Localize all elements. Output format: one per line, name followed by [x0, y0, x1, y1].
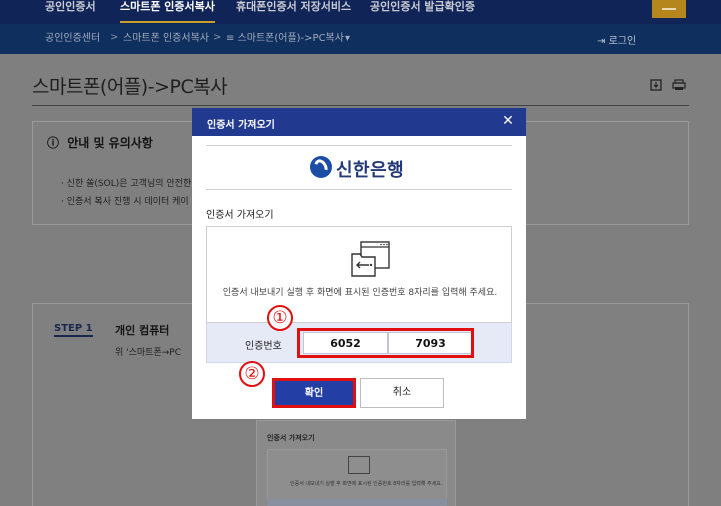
- menu-icon[interactable]: [652, 0, 686, 18]
- thumbnail-title: 인증서 가져오기: [267, 434, 315, 442]
- guide-thumbnail: 인증서 가져오기 인증서 내보내기 실행 후 화면에 표시된 인증번호 8자리를…: [256, 420, 456, 506]
- step-label: STEP 1: [54, 323, 93, 337]
- breadcrumb-item[interactable]: 스마트폰 인증서복사: [123, 33, 209, 45]
- login-icon: ⇥: [597, 36, 606, 47]
- page-icons: [650, 77, 686, 91]
- dialog-header: 인증서 가져오기 ✕: [192, 108, 526, 136]
- chevron-down-icon[interactable]: ▾: [345, 33, 350, 45]
- info-icon: ⓘ: [47, 136, 60, 150]
- thumbnail-panel: 인증서 내보내기 실행 후 화면에 표시된 인증번호 8자리를 입력해 주세요.: [267, 449, 447, 506]
- highlight-box: [297, 328, 474, 358]
- step-marker-2: ②: [239, 361, 265, 387]
- import-panel: 인증서 내보내기 실행 후 화면에 표시된 인증번호 8자리를 입력해 주세요.: [206, 226, 512, 323]
- breadcrumb-separator: >: [110, 32, 119, 43]
- import-icon: [348, 456, 370, 474]
- close-icon[interactable]: ✕: [501, 114, 515, 128]
- login-link[interactable]: ⇥ 로그인: [597, 32, 636, 47]
- bank-banner: 신한은행: [206, 145, 512, 190]
- confirm-button[interactable]: 확인: [272, 378, 356, 408]
- step-title: 개인 컴퓨터: [115, 324, 170, 337]
- page-title: 스마트폰(어플)->PC복사: [32, 76, 228, 98]
- bank-name: 신한은행: [336, 160, 405, 181]
- tab-certificate[interactable]: 공인인증서: [45, 0, 96, 14]
- login-label: 로그인: [608, 36, 637, 47]
- breadcrumb-current[interactable]: ≡ 스마트폰(어플)->PC복사: [226, 33, 344, 45]
- top-nav: 공인인증서 스마트폰 인증서복사 휴대폰인증서 저장서비스 공인인증서 발급확인…: [0, 0, 721, 24]
- step-desc: 위 '스마트폰→PC: [115, 348, 181, 358]
- breadcrumb: 공인인증센터 > 스마트폰 인증서복사 > ≡ 스마트폰(어플)->PC복사 ▾…: [0, 24, 721, 54]
- breadcrumb-item[interactable]: 공인인증센터: [45, 33, 100, 45]
- cert-number-label: 인증번호: [245, 341, 282, 352]
- notice-line: · 인증서 복사 진행 시 데이터 케이: [61, 197, 189, 207]
- download-icon[interactable]: [650, 78, 662, 91]
- certificate-import-icon: [351, 241, 390, 277]
- tab-certificate-issue[interactable]: 공인인증서 발급확인증: [370, 0, 475, 14]
- notice-line: · 신한 쏠(SOL)은 고객님의 안전한: [61, 179, 192, 189]
- cancel-button[interactable]: 취소: [360, 378, 444, 408]
- tab-phone-storage[interactable]: 휴대폰인증서 저장서비스: [236, 0, 351, 14]
- notice-heading-label: 안내 및 유의사항: [67, 136, 153, 150]
- thumbnail-text: 인증서 내보내기 실행 후 화면에 표시된 인증번호 8자리를 입력해 주세요.: [290, 481, 443, 487]
- step-marker-1: ①: [267, 305, 293, 331]
- notice-heading: ⓘ 안내 및 유의사항: [47, 134, 153, 151]
- instruction-text: 인증서 내보내기 실행 후 화면에 표시된 인증번호 8자리를 입력해 주세요.: [222, 288, 498, 298]
- title-divider: [32, 105, 689, 106]
- dialog-title: 인증서 가져오기: [207, 120, 275, 131]
- tab-smartphone-copy[interactable]: 스마트폰 인증서복사: [120, 0, 215, 23]
- thumbnail-input-row: [267, 499, 447, 506]
- breadcrumb-separator: >: [213, 32, 222, 43]
- print-icon[interactable]: [672, 78, 686, 91]
- cert-number-row: 인증번호: [206, 323, 512, 363]
- section-label: 인증서 가져오기: [206, 210, 274, 221]
- shinhan-logo-icon: [310, 156, 332, 178]
